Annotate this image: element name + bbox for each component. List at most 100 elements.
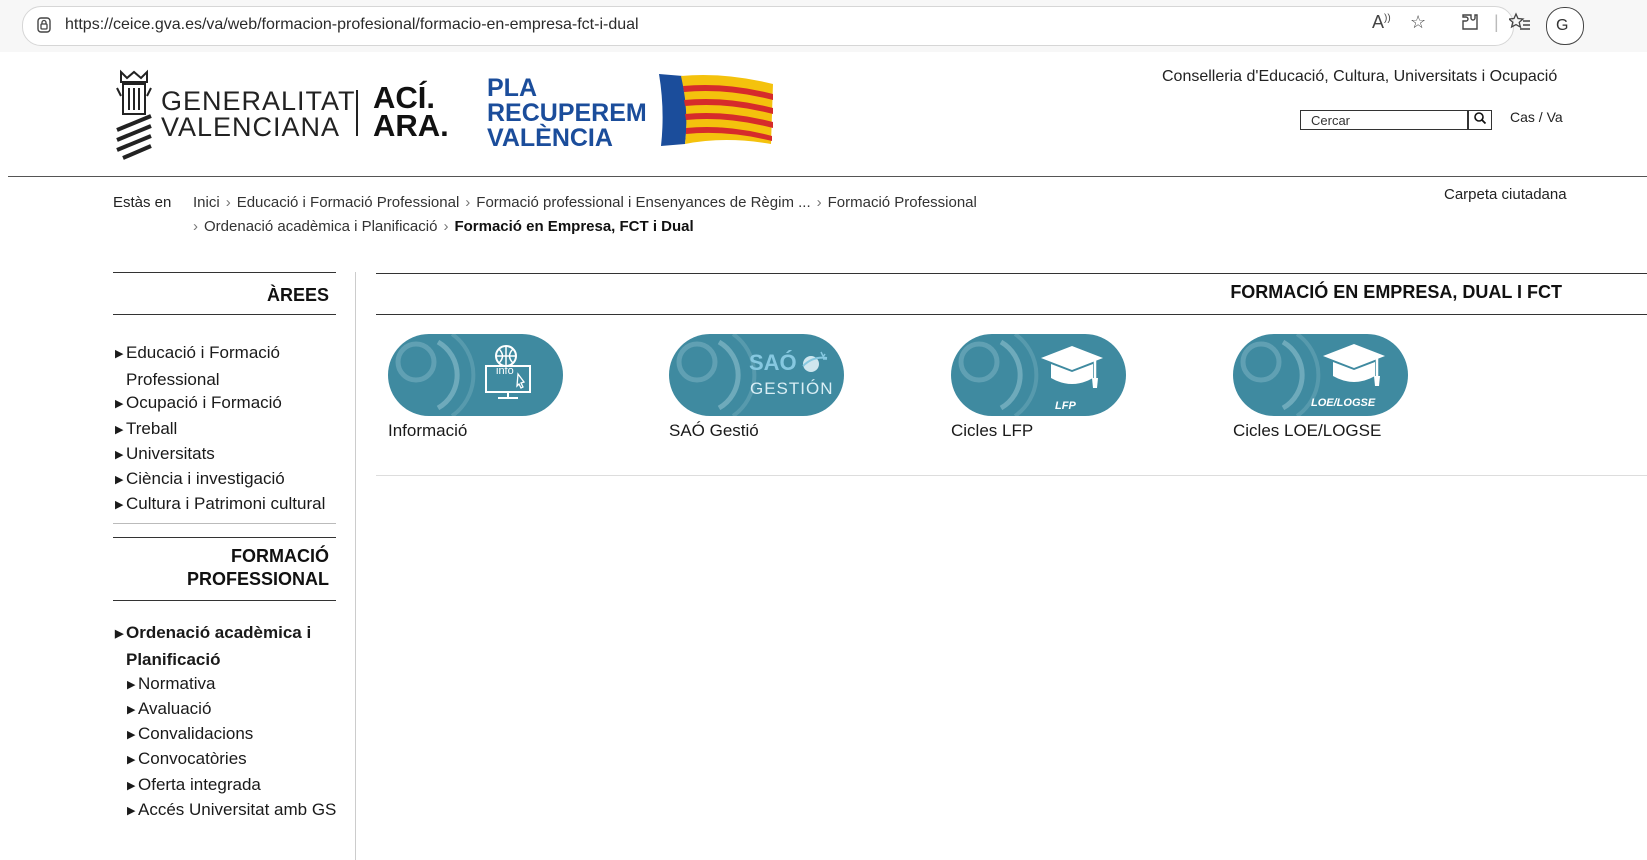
sidebar-subitem-acces-universitat[interactable]: ▶ Accés Universitat amb GS bbox=[127, 797, 336, 824]
breadcrumb-separator: › bbox=[225, 194, 231, 211]
read-aloud-icon[interactable]: A)) bbox=[1372, 12, 1391, 33]
sidebar-item-treball[interactable]: ▶ Treball bbox=[115, 416, 177, 443]
aci-ara-logo[interactable]: ACÍ. ARA. bbox=[373, 82, 449, 143]
sidebar-item-ordenacio[interactable]: ▶ Ordenació acadèmica i Planificació bbox=[115, 620, 311, 672]
sao-logo-text: SAÓ bbox=[749, 350, 797, 375]
sidebar-subitem-label: Convalidacions bbox=[138, 724, 254, 743]
breadcrumb-current: Formació en Empresa, FCT i Dual bbox=[454, 218, 694, 235]
profile-button[interactable]: G bbox=[1546, 7, 1584, 45]
pla-line3: VALÈNCIA bbox=[487, 124, 613, 152]
sidebar-rule bbox=[113, 314, 336, 315]
browser-toolbar: https://ceice.gva.es/va/web/formacion-pr… bbox=[0, 0, 1647, 52]
breadcrumb: Inici › Educació i Formació Professional › F… bbox=[193, 194, 977, 211]
tile-icon-text: LOE/LOGSE bbox=[1311, 397, 1376, 409]
favorite-star-icon[interactable]: ☆ bbox=[1410, 12, 1426, 33]
tile-informacio-button[interactable]: info bbox=[388, 334, 563, 416]
carpeta-ciutadana-link[interactable]: Carpeta ciutadana bbox=[1444, 186, 1567, 203]
sidebar-subitem-label: Normativa bbox=[138, 674, 216, 693]
address-bar[interactable]: https://ceice.gva.es/va/web/formacion-pr… bbox=[22, 6, 1514, 46]
graduation-cap-icon bbox=[1323, 344, 1385, 386]
aci-line2: ARA. bbox=[373, 108, 449, 143]
fp-heading-line2: PROFESSIONAL bbox=[186, 569, 329, 589]
search-icon bbox=[1474, 112, 1487, 125]
search-input[interactable] bbox=[1300, 110, 1468, 130]
sidebar-subitem-label: Avaluació bbox=[138, 699, 212, 718]
valencian-flag-icon bbox=[655, 70, 775, 155]
lang-va-link[interactable]: Va bbox=[1547, 109, 1563, 125]
swirl-decoration bbox=[395, 334, 476, 416]
sidebar-item-label: Cultura i Patrimoni cultural bbox=[126, 494, 326, 513]
conselleria-link[interactable]: Conselleria d'Educació, Cultura, Univers… bbox=[1162, 68, 1557, 86]
generalitat-logo-text[interactable]: GENERALITAT VALENCIANA bbox=[161, 86, 356, 141]
lock-icon[interactable] bbox=[35, 16, 53, 39]
sidebar-rule bbox=[113, 600, 336, 601]
tile-label[interactable]: Informació bbox=[388, 421, 467, 441]
toolbar-divider: | bbox=[1494, 12, 1499, 32]
sidebar-subitem-avaluacio[interactable]: ▶ Avaluació bbox=[127, 696, 211, 723]
gva-line1: GENERALITAT bbox=[161, 86, 356, 116]
tile-sao-gestio-button[interactable]: SAÓ GESTIÓN bbox=[669, 334, 844, 416]
breadcrumb-separator: › bbox=[816, 194, 822, 211]
fp-heading-line1: FORMACIÓ bbox=[231, 546, 329, 566]
breadcrumb-item-inici[interactable]: Inici bbox=[193, 194, 220, 211]
lang-cas-link[interactable]: Cas bbox=[1510, 109, 1535, 125]
section-title: FORMACIÓ EN EMPRESA, DUAL I FCT bbox=[1230, 282, 1562, 302]
sidebar-item-label: Universitats bbox=[126, 444, 215, 463]
sidebar-subitem-oferta-integrada[interactable]: ▶ Oferta integrada bbox=[127, 772, 261, 799]
triangle-right-icon: ▶ bbox=[127, 704, 136, 716]
sidebar-item-ciencia[interactable]: ▶ Ciència i investigació bbox=[115, 466, 285, 493]
pla-line2: RECUPEREM bbox=[487, 99, 647, 127]
tile-label[interactable]: Cicles LOE/LOGSE bbox=[1233, 421, 1381, 441]
graduation-cap-icon bbox=[1041, 346, 1103, 388]
sidebar-item-label: Educació i Formació bbox=[126, 343, 281, 362]
gestion-logo-text: GESTIÓN bbox=[750, 379, 834, 398]
pla-line1: PLA bbox=[487, 74, 537, 102]
breadcrumb-label: Estàs en bbox=[113, 194, 172, 211]
triangle-right-icon: ▶ bbox=[115, 499, 124, 511]
sidebar-item-cultura[interactable]: ▶ Cultura i Patrimoni cultural bbox=[115, 491, 325, 518]
triangle-right-icon: ▶ bbox=[127, 679, 136, 691]
triangle-right-icon: ▶ bbox=[115, 424, 124, 436]
extensions-icon[interactable] bbox=[1460, 12, 1480, 37]
globe-orbit-icon bbox=[802, 351, 828, 372]
tile-label[interactable]: Cicles LFP bbox=[951, 421, 1033, 441]
sidebar-subitem-label: Accés Universitat amb GS bbox=[138, 800, 337, 819]
sidebar-rule bbox=[113, 523, 336, 524]
breadcrumb-item-ordenacio[interactable]: Ordenació acadèmica i Planificació bbox=[204, 218, 437, 235]
swirl-decoration bbox=[676, 334, 757, 416]
favorites-list-icon[interactable] bbox=[1507, 12, 1531, 37]
breadcrumb-separator: › bbox=[443, 218, 449, 235]
sidebar-item-universitats[interactable]: ▶ Universitats bbox=[115, 441, 215, 468]
content-title-rule bbox=[376, 314, 1647, 315]
triangle-right-icon: ▶ bbox=[115, 348, 124, 360]
sidebar-item-label: Treball bbox=[126, 419, 178, 438]
triangle-right-icon: ▶ bbox=[127, 780, 136, 792]
triangle-right-icon: ▶ bbox=[115, 449, 124, 461]
sidebar-item-ocupacio[interactable]: ▶ Ocupació i Formació bbox=[115, 390, 282, 417]
tile-cicles-loe-logse-button[interactable]: LOE/LOGSE bbox=[1233, 334, 1408, 416]
breadcrumb-item-educacio[interactable]: Educació i Formació Professional bbox=[237, 194, 460, 211]
sidebar-item-label: Ordenació acadèmica i bbox=[126, 623, 312, 642]
sidebar-item-educacio[interactable]: ▶ Educació i Formació Professional bbox=[115, 340, 280, 392]
sidebar-item-label-cont: Professional bbox=[126, 370, 220, 389]
pla-recuperem-logo[interactable]: PLA RECUPEREM VALÈNCIA bbox=[487, 76, 647, 151]
breadcrumb-item-formacio-professional-regim[interactable]: Formació professional i Ensenyances de R… bbox=[476, 194, 810, 211]
sidebar-areas-heading: ÀREES bbox=[266, 285, 329, 305]
tile-label[interactable]: SAÓ Gestió bbox=[669, 421, 759, 441]
tile-cicles-lfp-button[interactable]: LFP bbox=[951, 334, 1126, 416]
search-button[interactable] bbox=[1468, 110, 1492, 130]
url-text[interactable]: https://ceice.gva.es/va/web/formacion-pr… bbox=[65, 16, 639, 34]
sidebar-subitem-normativa[interactable]: ▶ Normativa bbox=[127, 671, 215, 698]
generalitat-shield-icon[interactable] bbox=[113, 68, 155, 165]
triangle-right-icon: ▶ bbox=[115, 628, 124, 640]
sidebar-item-label-cont: Planificació bbox=[126, 650, 221, 669]
breadcrumb-item-formacio-professional[interactable]: Formació Professional bbox=[828, 194, 977, 211]
logo-divider bbox=[356, 90, 358, 136]
breadcrumb-separator: › bbox=[465, 194, 471, 211]
sidebar-subitem-convalidacions[interactable]: ▶ Convalidacions bbox=[127, 721, 253, 748]
tile-icon-text: LFP bbox=[1055, 400, 1076, 412]
header-divider bbox=[8, 176, 1647, 177]
sidebar-subitem-convocatories[interactable]: ▶ Convocatòries bbox=[127, 746, 247, 773]
triangle-right-icon: ▶ bbox=[127, 754, 136, 766]
sidebar-fp-heading: FORMACIÓ PROFESSIONAL bbox=[113, 545, 329, 591]
